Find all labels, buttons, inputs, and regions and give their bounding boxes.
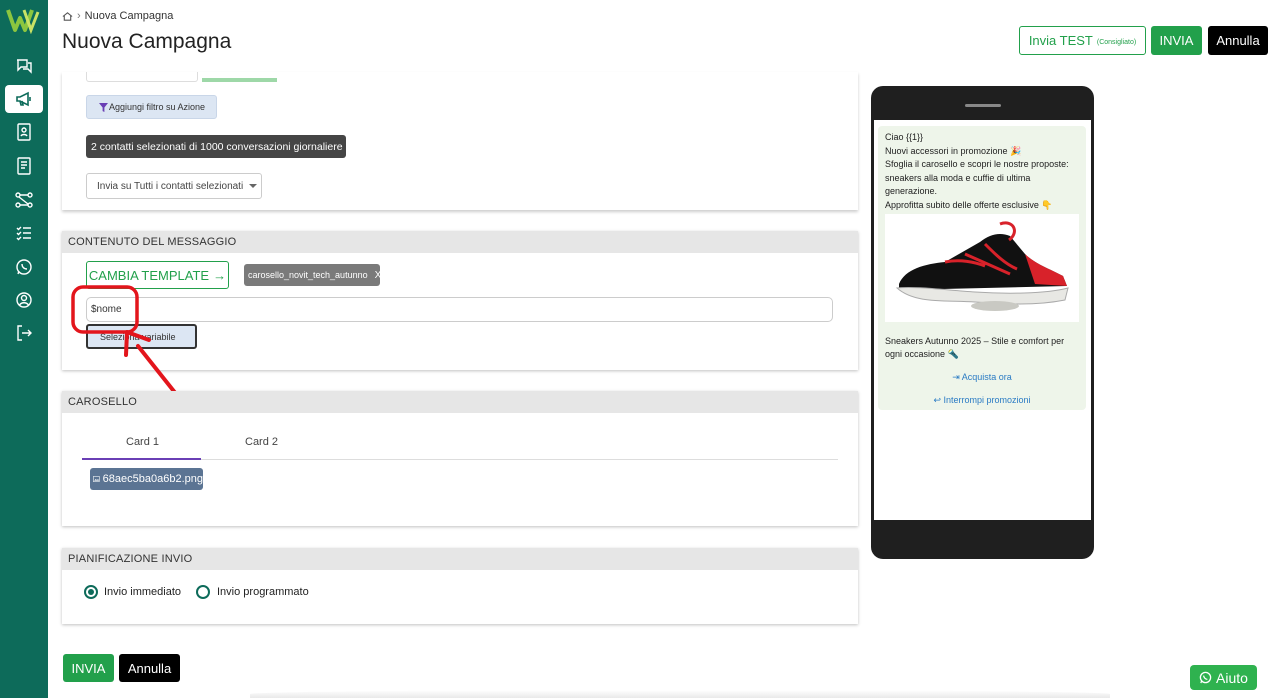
reply-icon: ↩ <box>933 395 941 405</box>
header-send-button[interactable]: INVIA <box>1151 26 1202 55</box>
radio-immediate-label[interactable]: Invio immediato <box>104 586 181 598</box>
send-test-button[interactable]: Invia TEST (Consigliato) <box>1019 26 1146 55</box>
arrow-right-icon: → <box>213 267 227 283</box>
send-test-note: (Consigliato) <box>1096 38 1137 46</box>
stop-promotions-button[interactable]: ↩ Interrompi promozioni <box>885 394 1079 408</box>
chat-icon[interactable] <box>5 52 43 80</box>
tab-card-2[interactable]: Card 2 <box>245 436 278 448</box>
preview-line: Nuovi accessori in promozione 🎉 <box>885 145 1022 156</box>
sneaker-product-image <box>885 214 1079 322</box>
change-template-label: CAMBIA TEMPLATE <box>88 267 210 283</box>
carousel-section-title: CAROSELLO <box>62 391 858 413</box>
add-action-filter-button[interactable]: Aggiungi filtro su Azione <box>86 95 217 119</box>
contacts-panel: Aggiungi filtro su Azione 2 contatti sel… <box>62 72 858 210</box>
account-icon[interactable] <box>5 286 43 314</box>
campaign-megaphone-icon[interactable] <box>5 85 43 113</box>
send-to-select[interactable]: Invia su Tutti i contatti selezionati <box>86 173 262 199</box>
filter-icon <box>99 102 108 112</box>
carousel-file-name: 68aec5ba0a6b2.png <box>102 473 203 485</box>
template-document-icon[interactable] <box>5 152 43 180</box>
carousel-panel: CAROSELLO Card 1 Card 2 68aec5ba0a6b2.pn… <box>62 391 858 526</box>
add-action-filter-label: Aggiungi filtro su Azione <box>109 102 206 112</box>
footer-send-button[interactable]: INVIA <box>63 654 114 682</box>
schedule-section-title: PIANIFICAZIONE INVIO <box>62 548 858 570</box>
template-remove-button[interactable]: X <box>375 270 382 281</box>
flow-icon[interactable] <box>5 186 43 214</box>
filter-button-stub[interactable] <box>202 78 277 82</box>
contacts-icon[interactable] <box>5 118 43 146</box>
home-icon[interactable] <box>62 11 73 22</box>
schedule-panel: PIANIFICAZIONE INVIO Invio immediato Inv… <box>62 548 858 624</box>
bottom-scroll-shadow <box>250 690 1110 698</box>
buy-now-label: Acquista ora <box>961 371 1012 382</box>
tabs-divider <box>201 459 838 460</box>
buy-now-button[interactable]: ⇥ Acquista ora <box>885 371 1079 385</box>
filter-input-stub[interactable] <box>86 72 198 82</box>
footer-cancel-button[interactable]: Annulla <box>119 654 180 682</box>
send-test-label: Invia TEST <box>1028 33 1093 48</box>
page-title: Nuova Campagna <box>62 30 232 53</box>
carousel-file-badge[interactable]: 68aec5ba0a6b2.png <box>90 468 203 490</box>
card-text: Sneakers Autunno 2025 – Stile e comfort … <box>885 335 1065 360</box>
message-bubble: Ciao {{1}} Nuovi accessori in promozione… <box>878 126 1086 410</box>
phone-preview: Ciao {{1}} Nuovi accessori in promozione… <box>871 86 1094 559</box>
message-section-title: CONTENUTO DEL MESSAGGIO <box>62 231 858 253</box>
select-variable-label: Seleziona variabile <box>100 331 176 342</box>
tab-card-1[interactable]: Card 1 <box>126 436 159 448</box>
logout-icon[interactable] <box>5 319 43 347</box>
stop-promotions-label: Interrompi promozioni <box>943 395 1031 405</box>
header-cancel-button[interactable]: Annulla <box>1208 26 1268 55</box>
breadcrumb-current: Nuova Campagna <box>84 10 174 22</box>
send-to-value: Invia su Tutti i contatti selezionati <box>97 180 244 192</box>
phone-speaker <box>965 104 1001 107</box>
help-button[interactable]: Aiuto <box>1190 665 1257 690</box>
variable-input-value: $nome <box>91 304 122 315</box>
radio-scheduled-label[interactable]: Invio programmato <box>217 586 309 598</box>
radio-immediate[interactable] <box>84 585 98 599</box>
help-label: Aiuto <box>1216 669 1248 686</box>
variable-input[interactable]: $nome <box>86 297 833 322</box>
preview-line: Sfoglia il carosello e scopri le nostre … <box>885 159 1069 196</box>
checklist-icon[interactable] <box>5 219 43 247</box>
whatsapp-icon <box>1199 671 1212 684</box>
preview-line: Approfitta subito delle offerte esclusiv… <box>885 199 1053 210</box>
image-icon <box>93 476 100 482</box>
whatsapp-icon[interactable] <box>5 253 43 281</box>
chevron-down-icon <box>249 184 258 188</box>
phone-screen: Ciao {{1}} Nuovi accessori in promozione… <box>874 120 1091 520</box>
preview-line: Ciao {{1}} <box>885 132 924 142</box>
radio-scheduled[interactable] <box>196 585 210 599</box>
template-name-badge: carosello_novit_tech_autunno X <box>244 264 382 286</box>
message-content-panel: CONTENUTO DEL MESSAGGIO CAMBIA TEMPLATE … <box>62 231 858 370</box>
template-name: carosello_novit_tech_autunno <box>248 270 368 280</box>
tab-card-1-underline <box>82 458 201 460</box>
login-arrow-icon: ⇥ <box>952 371 960 382</box>
sidebar <box>0 0 48 698</box>
breadcrumb: › Nuova Campagna <box>62 10 173 22</box>
app-logo[interactable] <box>6 6 42 34</box>
change-template-button[interactable]: CAMBIA TEMPLATE → <box>86 261 229 289</box>
select-variable-button[interactable]: Seleziona variabile <box>86 324 197 349</box>
selected-contacts-info: 2 contatti selezionati di 1000 conversaz… <box>86 135 346 158</box>
